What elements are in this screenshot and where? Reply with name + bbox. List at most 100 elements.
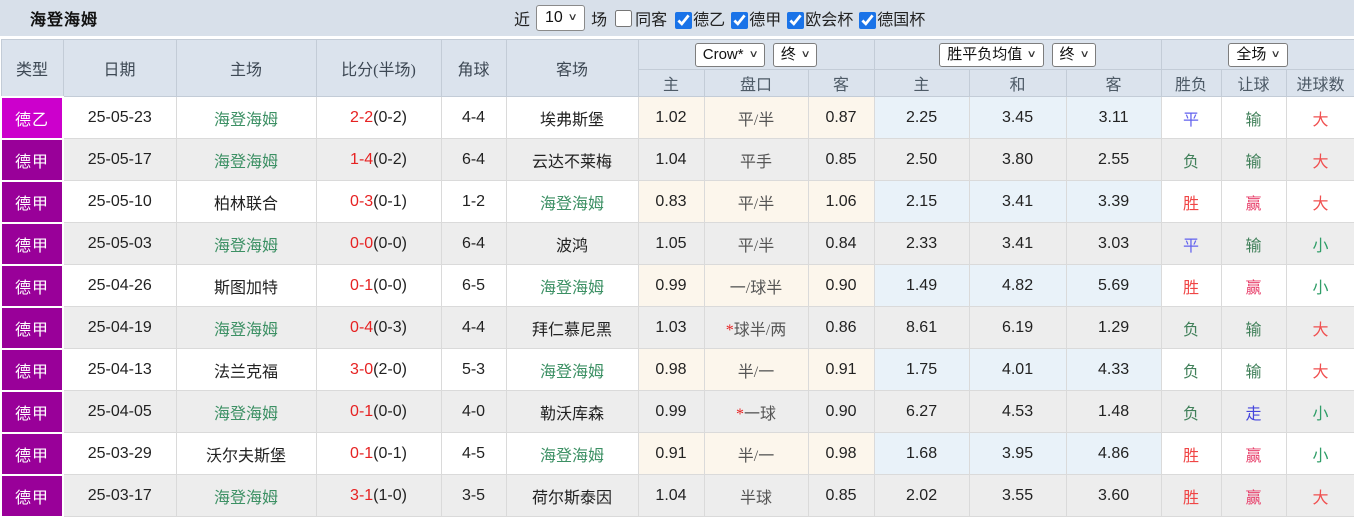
full-time-score: 0-1 [350,444,374,462]
ah-away-odds: 0.98 [807,432,875,475]
avg-away-odds: 3.39 [1065,180,1162,223]
table-row: 德甲 25-04-19 海登海姆 0-4(0-3) 4-4 拜仁慕尼黑 1.03 *球半/两 0… [0,305,1354,350]
full-time-score: 2-2 [350,108,374,126]
goals-result-cell: 小 [1285,222,1354,265]
handicap-result-cell: 输 [1220,306,1287,349]
half-time-score: (0-2) [373,150,407,168]
filter-controls: 近 10 ∨ 场 同客 德乙 德甲 欧会杯 德国杯 [512,0,925,36]
recent-count-select[interactable]: 10 ∨ [536,5,586,31]
handicap-cell: 半/一 [703,348,809,391]
result-cell: 胜 [1160,432,1222,475]
ah-away-odds: 0.85 [807,138,875,181]
goals-result-cell: 大 [1285,138,1354,181]
same-opponent-checkbox[interactable] [615,9,633,27]
corners-cell: 4-0 [440,390,507,433]
full-time-score: 0-1 [350,276,374,294]
chevron-down-icon: ∨ [800,48,811,60]
league-badge: 德甲 [0,137,64,182]
score-cell: 0-3(0-1) [315,180,442,223]
score-cell: 3-0(2-0) [315,348,442,391]
away-team: 云达不莱梅 [505,138,639,181]
handicap-result-cell: 输 [1220,222,1287,265]
ah-home-odds: 0.98 [637,348,705,391]
score-cell: 0-1(0-1) [315,432,442,475]
result-cell: 胜 [1160,474,1222,517]
wdl-stage-select[interactable]: 终 ∨ [1051,42,1096,67]
home-team: 斯图加特 [175,264,317,307]
avg-away-odds: 3.60 [1065,474,1162,517]
avg-draw-odds: 3.55 [968,474,1067,517]
live-star-icon: * [725,321,734,339]
full-time-score: 3-0 [350,360,374,378]
table-row: 德甲 25-05-10 柏林联合 0-3(0-1) 1-2 海登海姆 0.83 平/半 1.06… [0,179,1354,224]
score-cell: 3-1(1-0) [315,474,442,517]
asian-handicap-group-header: Crow* ∨ 终 ∨ [637,39,875,70]
same-opponent-label: 同客 [635,12,668,29]
league-checkbox-label: 德国杯 [877,12,926,29]
avg-draw-odds: 3.41 [968,180,1067,223]
ah-away-odds: 0.87 [807,96,875,139]
goals-result-cell: 大 [1285,474,1354,517]
league-badge: 德甲 [0,473,64,518]
avg-home-odds: 6.27 [873,390,970,433]
topbar: 海登海姆 近 10 ∨ 场 同客 德乙 德甲 欧会杯 德国杯 [0,0,1354,36]
home-team: 海登海姆 [175,138,317,181]
subcol-avg-home: 主 [873,69,970,97]
league-checkbox[interactable] [859,12,877,30]
col-header-home: 主场 [175,39,317,97]
handicap-result-cell: 走 [1220,390,1287,433]
col-header-corners: 角球 [440,39,507,97]
away-team: 勒沃库森 [505,390,639,433]
handicap-cell: *球半/两 [703,306,809,349]
league-badge: 德甲 [0,347,64,392]
goals-result-cell: 大 [1285,306,1354,349]
match-date: 25-04-26 [62,264,177,307]
chevron-down-icon: ∨ [1079,48,1090,60]
ah-away-odds: 1.06 [807,180,875,223]
ah-away-odds: 0.85 [807,474,875,517]
bookmaker-select[interactable]: Crow* ∨ [694,42,765,67]
home-team: 海登海姆 [175,96,317,139]
score-cell: 0-1(0-0) [315,390,442,433]
league-checkbox[interactable] [675,12,693,30]
goals-result-cell: 大 [1285,348,1354,391]
wdl-source-select-value: 胜平负均值 [947,46,1023,63]
avg-away-odds: 5.69 [1065,264,1162,307]
away-team: 埃弗斯堡 [505,96,639,139]
home-team: 法兰克福 [175,348,317,391]
away-team: 海登海姆 [505,264,639,307]
table-row: 德甲 25-04-13 法兰克福 3-0(2-0) 5-3 海登海姆 0.98 半/一 0.91… [0,347,1354,392]
ah-stage-select[interactable]: 终 ∨ [772,42,818,67]
half-time-score: (1-0) [373,486,407,504]
ah-home-odds: 1.04 [637,138,705,181]
goals-result-cell: 大 [1285,180,1354,223]
wdl-source-select[interactable]: 胜平负均值 ∨ [939,42,1044,67]
league-checkbox[interactable] [787,12,805,30]
avg-away-odds: 3.03 [1065,222,1162,265]
avg-draw-odds: 3.41 [968,222,1067,265]
half-time-score: (0-1) [373,444,407,462]
result-cell: 胜 [1160,264,1222,307]
handicap-cell: *一球 [703,390,809,433]
scope-select[interactable]: 全场 ∨ [1228,42,1288,67]
half-time-score: (2-0) [373,360,407,378]
corners-cell: 3-5 [440,474,507,517]
league-checkbox[interactable] [731,12,749,30]
avg-draw-odds: 3.80 [968,138,1067,181]
recent-count-value: 10 [545,9,563,26]
handicap-result-cell: 赢 [1220,474,1287,517]
match-date: 25-04-05 [62,390,177,433]
corners-cell: 6-4 [440,138,507,181]
wdl-stage-select-value: 终 [1059,45,1075,63]
matches-label: 场 [591,12,608,29]
league-badge: 德甲 [0,305,64,350]
bookmaker-select-value: Crow* [702,45,744,63]
league-badge: 德甲 [0,179,64,224]
result-cell: 负 [1160,390,1222,433]
live-star-icon: * [735,405,744,423]
home-team: 海登海姆 [175,306,317,349]
corners-cell: 1-2 [440,180,507,223]
col-header-away: 客场 [505,39,639,97]
full-time-score: 0-0 [350,234,374,252]
ah-home-odds: 1.04 [637,474,705,517]
